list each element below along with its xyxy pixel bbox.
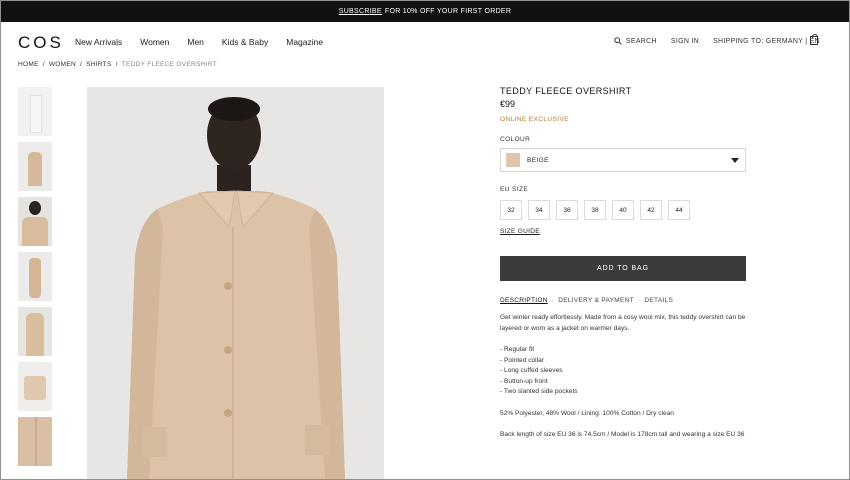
main-header: COS New Arrivals Women Men Kids & Baby M… <box>0 22 850 60</box>
thumbnail-gallery <box>18 87 52 472</box>
thumbnail-1[interactable] <box>18 87 52 136</box>
composition-text: 52% Polyester, 48% Wool / Lining: 100% C… <box>500 409 674 417</box>
product-name: TEDDY FLEECE OVERSHIRT <box>500 86 632 96</box>
size-option-40[interactable]: 40 <box>612 200 634 220</box>
product-info-panel: TEDDY FLEECE OVERSHIRT €99 ONLINE EXCLUS… <box>500 86 746 441</box>
size-option-38[interactable]: 38 <box>584 200 606 220</box>
add-to-bag-button[interactable]: ADD TO BAG <box>500 256 746 281</box>
promo-text: FOR 10% OFF YOUR FIRST ORDER <box>384 7 512 15</box>
product-main-image <box>87 87 384 480</box>
shipping-selector[interactable]: SHIPPING TO: GERMANY | EN <box>713 38 820 45</box>
product-price: €99 <box>500 99 516 109</box>
colour-value: BEIGE <box>527 156 549 164</box>
size-option-32[interactable]: 32 <box>500 200 522 220</box>
thumbnail-6[interactable] <box>18 362 52 411</box>
main-menu: New Arrivals Women Men Kids & Baby Magaz… <box>75 37 323 47</box>
menu-item-kids-baby[interactable]: Kids & Baby <box>222 37 268 47</box>
chevron-down-icon <box>731 158 739 163</box>
size-option-44[interactable]: 44 <box>668 200 690 220</box>
brand-logo[interactable]: COS <box>18 33 64 53</box>
menu-item-magazine[interactable]: Magazine <box>286 37 323 47</box>
breadcrumb-current: TEDDY FLEECE OVERSHIRT <box>121 61 217 68</box>
breadcrumb-home[interactable]: HOME <box>18 61 39 68</box>
menu-item-new-arrivals[interactable]: New Arrivals <box>75 37 122 47</box>
online-exclusive-badge: ONLINE EXCLUSIVE <box>500 116 569 123</box>
menu-item-women[interactable]: Women <box>140 37 169 47</box>
product-description: Get winter ready effortlessly. Made from… <box>500 314 746 332</box>
thumbnail-3[interactable] <box>18 197 52 246</box>
thumbnail-2[interactable] <box>18 142 52 191</box>
tab-description[interactable]: DESCRIPTION <box>500 297 548 304</box>
back-length-text: Back length of size EU 36 is 74.5cm / Mo… <box>500 431 745 438</box>
thumbnail-5[interactable] <box>18 307 52 356</box>
utility-nav: SEARCH SIGN IN SHIPPING TO: GERMANY | EN <box>614 37 820 45</box>
tab-details[interactable]: DETAILS <box>644 297 673 304</box>
colour-dropdown[interactable]: BEIGE <box>500 148 746 172</box>
breadcrumb: HOME / WOMEN / SHIRTS / TEDDY FLEECE OVERSH… <box>18 61 217 68</box>
promo-banner: SUBSCRIBE FOR 10% OFF YOUR FIRST ORDER <box>0 0 850 22</box>
menu-item-men[interactable]: Men <box>187 37 204 47</box>
search-button[interactable]: SEARCH <box>614 37 657 45</box>
colour-label: COLOUR <box>500 136 531 143</box>
colour-swatch <box>506 153 520 167</box>
bag-icon[interactable] <box>810 34 818 45</box>
thumbnail-4[interactable] <box>18 252 52 301</box>
search-label: SEARCH <box>625 37 657 45</box>
feature-item: - Button-up front <box>500 377 548 385</box>
breadcrumb-women[interactable]: WOMEN <box>49 61 76 68</box>
info-tabs: DESCRIPTION · DELIVERY & PAYMENT · DETAI… <box>500 297 674 304</box>
size-label: EU SIZE <box>500 186 529 193</box>
tab-delivery-payment[interactable]: DELIVERY & PAYMENT <box>558 297 634 304</box>
size-selector: 32 34 36 38 40 42 44 <box>500 200 746 220</box>
feature-item: - Two slanted side pockets <box>500 388 578 395</box>
subscribe-link[interactable]: SUBSCRIBE <box>339 8 382 15</box>
feature-item: - Regular fit <box>500 346 535 353</box>
feature-item: - Pointed collar <box>500 356 544 364</box>
search-icon <box>614 37 622 45</box>
feature-list: - Regular fit - Pointed collar - Long cu… <box>500 345 746 398</box>
sign-in-link[interactable]: SIGN IN <box>671 38 699 45</box>
thumbnail-7[interactable] <box>18 417 52 466</box>
feature-item: - Long cuffed sleeves <box>500 367 563 374</box>
size-option-36[interactable]: 36 <box>556 200 578 220</box>
size-option-42[interactable]: 42 <box>640 200 662 220</box>
breadcrumb-shirts[interactable]: SHIRTS <box>86 61 112 68</box>
size-option-34[interactable]: 34 <box>528 200 550 220</box>
size-guide-link[interactable]: SIZE GUIDE <box>500 228 540 235</box>
